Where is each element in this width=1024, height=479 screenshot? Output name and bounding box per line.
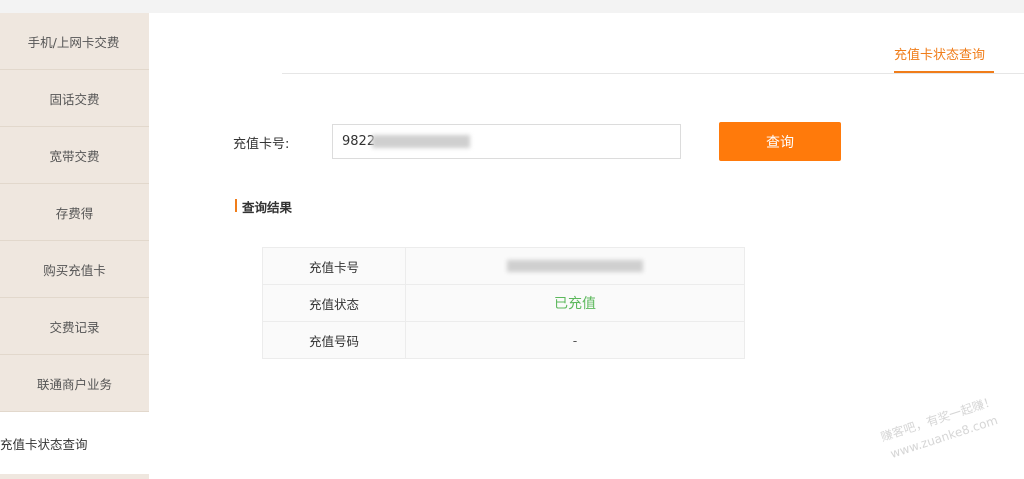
sidebar-bottom — [0, 474, 149, 479]
sidebar-item-payment-records[interactable]: 交费记录 — [0, 298, 149, 355]
section-marker — [235, 199, 237, 212]
row-key: 充值卡号 — [262, 247, 406, 285]
row-key: 充值号码 — [262, 321, 406, 359]
result-title: 查询结果 — [242, 200, 293, 215]
row-key: 充值状态 — [262, 284, 406, 322]
row-value — [405, 247, 745, 285]
status-value: 已充值 — [405, 284, 745, 322]
sidebar: 手机/上网卡交费 固话交费 宽带交费 存费得 购买充值卡 交费记录 联通商户业务… — [0, 13, 149, 479]
sidebar-item-card-status[interactable]: 充值卡状态查询 — [0, 412, 149, 474]
table-row: 充值状态 已充值 — [262, 284, 745, 322]
sidebar-item-label: 固话交费 — [49, 91, 100, 107]
table-row: 充值号码 - — [262, 321, 745, 359]
sidebar-item-label: 购买充值卡 — [43, 262, 106, 278]
sidebar-item-label: 交费记录 — [49, 319, 100, 335]
tab-divider — [282, 73, 1024, 74]
card-number-label: 充值卡号: — [233, 137, 290, 152]
redacted-card-value — [507, 260, 643, 272]
table-row: 充值卡号 — [262, 247, 745, 285]
row-value: - — [405, 321, 745, 359]
sidebar-item-label: 手机/上网卡交费 — [27, 34, 120, 50]
sidebar-item-label: 存费得 — [55, 205, 94, 221]
sidebar-item-merchant[interactable]: 联通商户业务 — [0, 355, 149, 412]
query-button[interactable]: 查询 — [719, 122, 841, 161]
sidebar-item-mobile-topup[interactable]: 手机/上网卡交费 — [0, 13, 149, 70]
result-table: 充值卡号 充值状态 已充值 充值号码 - — [262, 247, 745, 359]
sidebar-item-buy-card[interactable]: 购买充值卡 — [0, 241, 149, 298]
sidebar-item-broadband[interactable]: 宽带交费 — [0, 127, 149, 184]
sidebar-item-landline[interactable]: 固话交费 — [0, 70, 149, 127]
redacted-card-number — [372, 135, 470, 148]
tab-active-indicator — [894, 71, 994, 73]
sidebar-item-deposit[interactable]: 存费得 — [0, 184, 149, 241]
top-strip — [0, 0, 1024, 13]
tab-card-status[interactable]: 充值卡状态查询 — [894, 44, 985, 63]
sidebar-item-label: 宽带交费 — [49, 148, 100, 164]
sidebar-item-label: 充值卡状态查询 — [0, 436, 88, 452]
card-number-value: 9822 — [342, 134, 376, 149]
sidebar-item-label: 联通商户业务 — [36, 376, 112, 392]
